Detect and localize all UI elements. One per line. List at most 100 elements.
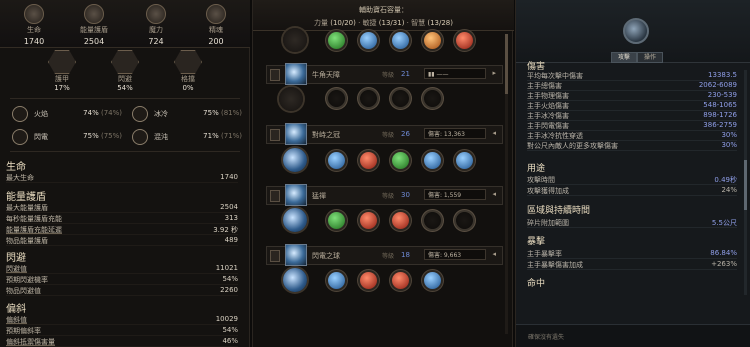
- stat-row[interactable]: 對公尺內敵人的更多攻擊傷害 30%: [527, 141, 737, 151]
- lightning-resistance[interactable]: 閃電 75% (75%): [12, 127, 122, 147]
- chaos-resistance[interactable]: 混沌 71% (71%): [132, 127, 242, 147]
- section-area-duration-title: 區域與持續時間: [527, 206, 591, 216]
- skill-icon[interactable]: [285, 123, 307, 145]
- stat-row[interactable]: 物品能量護盾 489: [6, 236, 238, 246]
- skill-header[interactable]: 閃電之球 等級 18 傷害: 9,663 ◂: [266, 244, 503, 266]
- skill-header[interactable]: 對峙之冠 等級 26 傷害: 13,363 ◂: [266, 123, 503, 145]
- orange-gem-icon[interactable]: [424, 32, 441, 49]
- mana-stat[interactable]: 魔力 724: [132, 4, 180, 46]
- energy-shield-stat[interactable]: 能量護盾 2504: [70, 4, 118, 46]
- blue-gem-icon[interactable]: [456, 152, 473, 169]
- red-gem-icon[interactable]: [360, 212, 377, 229]
- red-gem-icon[interactable]: [360, 152, 377, 169]
- empty-socket-icon[interactable]: [424, 90, 441, 107]
- blue-gem-icon[interactable]: [424, 152, 441, 169]
- stat-row[interactable]: 主手暴擊傷害加成 +263%: [527, 260, 737, 270]
- green-gem-icon[interactable]: [328, 212, 345, 229]
- empty-socket-icon[interactable]: [456, 212, 473, 229]
- armour-stat[interactable]: 護甲 17%: [32, 50, 92, 92]
- cold-icon: [132, 106, 148, 122]
- stat-row[interactable]: 每秒能量護盾充能 313: [6, 214, 238, 224]
- red-gem-icon[interactable]: [360, 272, 377, 289]
- spirit-stat[interactable]: 精魂 200: [192, 4, 240, 46]
- life-stat[interactable]: 生命 1740: [10, 4, 58, 46]
- chevron-right-icon[interactable]: ▸: [492, 69, 496, 77]
- stat-row[interactable]: 偏斜值 10029: [6, 315, 238, 325]
- skill-dps-dropdown[interactable]: 傷害: 13,363: [424, 128, 486, 139]
- drag-handle-icon[interactable]: [270, 250, 280, 262]
- stat-row[interactable]: 主手火焰傷害 548-1065: [527, 101, 737, 111]
- empty-socket-icon[interactable]: [360, 90, 377, 107]
- stat-row[interactable]: 攻擊獲得加成 24%: [527, 186, 737, 196]
- skill-socket-icon[interactable]: [279, 87, 303, 111]
- skill-icon[interactable]: [285, 244, 307, 266]
- scrollbar-thumb[interactable]: [505, 34, 508, 94]
- skill-name: 對峙之冠: [312, 131, 340, 139]
- stat-row[interactable]: 物品閃避值 2260: [6, 286, 238, 296]
- skill-gem-icon[interactable]: [283, 148, 307, 172]
- drag-handle-icon[interactable]: [270, 190, 280, 202]
- skill-header[interactable]: 牛角天障 等級 21 ▮▮ —— ▸: [266, 63, 503, 85]
- stat-row[interactable]: 平均每次擊中傷害 13383.5: [527, 71, 737, 81]
- red-gem-icon[interactable]: [392, 212, 409, 229]
- empty-socket-icon[interactable]: [392, 90, 409, 107]
- stat-row[interactable]: 主手暴擊率 86.84%: [527, 249, 737, 259]
- chevron-left-icon[interactable]: ◂: [492, 190, 496, 198]
- stat-row[interactable]: 預期閃避機率 54%: [6, 275, 238, 285]
- stat-row[interactable]: 主手總傷害 2062-6089: [527, 81, 737, 91]
- stat-row[interactable]: 最大生命 1740: [6, 173, 238, 183]
- drag-handle-icon[interactable]: [270, 69, 280, 81]
- chevron-left-icon[interactable]: ◂: [492, 250, 496, 258]
- block-stat[interactable]: 格擋 0%: [158, 50, 218, 92]
- section-critical-title: 暴擊: [527, 237, 546, 247]
- chevron-left-icon[interactable]: ◂: [492, 129, 496, 137]
- blue-gem-icon[interactable]: [392, 32, 409, 49]
- skill-dps-dropdown[interactable]: ▮▮ ——: [424, 68, 486, 79]
- red-gem-icon[interactable]: [456, 32, 473, 49]
- stat-row[interactable]: 碎片附加範圍 5.5公尺: [527, 218, 737, 228]
- support-gem-row: [273, 28, 495, 54]
- blue-gem-icon[interactable]: [328, 152, 345, 169]
- tab-operation[interactable]: 操作: [637, 52, 663, 63]
- skill-gem-icon[interactable]: [283, 268, 307, 292]
- red-gem-icon[interactable]: [392, 272, 409, 289]
- stat-row[interactable]: 偏斜抵禦傷害量 46%: [6, 337, 238, 347]
- block-value: 0%: [182, 84, 194, 92]
- empty-socket-icon[interactable]: [424, 212, 441, 229]
- stat-row[interactable]: 預期偏斜率 54%: [6, 326, 238, 336]
- empty-socket-icon[interactable]: [328, 90, 345, 107]
- scrollbar[interactable]: [505, 34, 508, 334]
- skill-socket-icon[interactable]: [283, 28, 307, 52]
- skill-gem-icon[interactable]: [283, 208, 307, 232]
- stat-row[interactable]: 主手閃電傷害 386-2759: [527, 121, 737, 131]
- fire-resistance[interactable]: 火焰 74% (74%): [12, 104, 122, 124]
- evasion-stat[interactable]: 閃避 54%: [95, 50, 155, 92]
- stat-row[interactable]: 主手冰冷傷害 898-1726: [527, 111, 737, 121]
- skill-icon[interactable]: [285, 63, 307, 85]
- skill-icon[interactable]: [285, 184, 307, 206]
- stat-row[interactable]: 最大能量護盾 2504: [6, 203, 238, 213]
- support-gem-row: [273, 268, 495, 294]
- stat-row[interactable]: 能量護盾充能延遲 3.92 秒: [6, 225, 238, 235]
- blue-gem-icon[interactable]: [424, 272, 441, 289]
- scrollbar[interactable]: [744, 70, 747, 295]
- stat-row[interactable]: 主手物理傷害 230-539: [527, 91, 737, 101]
- skill-header[interactable]: 猛禪 等級 30 傷害: 1,559 ◂: [266, 184, 503, 206]
- blue-gem-icon[interactable]: [360, 32, 377, 49]
- footer-text: 確保沒有遺失: [528, 334, 565, 341]
- cold-resistance[interactable]: 冰冷 75% (81%): [132, 104, 242, 124]
- section-evasion-title: 閃避: [6, 253, 26, 264]
- drag-handle-icon[interactable]: [270, 129, 280, 141]
- green-gem-icon[interactable]: [328, 32, 345, 49]
- blue-gem-icon[interactable]: [328, 272, 345, 289]
- green-gem-icon[interactable]: [392, 152, 409, 169]
- stat-row[interactable]: 閃避值 11021: [6, 264, 238, 274]
- skill-dps-dropdown[interactable]: 傷害: 1,559: [424, 189, 486, 200]
- skill-dps-dropdown[interactable]: 傷害: 9,663: [424, 249, 486, 260]
- block-icon: [174, 50, 202, 74]
- stat-row[interactable]: 攻擊時間 0.49秒: [527, 175, 737, 185]
- stat-row[interactable]: 主手冰冷抗性穿透 30%: [527, 131, 737, 141]
- tab-attack[interactable]: 攻擊: [611, 52, 637, 63]
- scrollbar-thumb[interactable]: [744, 160, 747, 210]
- support-capacity-title: 輔助寶石容量：: [359, 6, 408, 14]
